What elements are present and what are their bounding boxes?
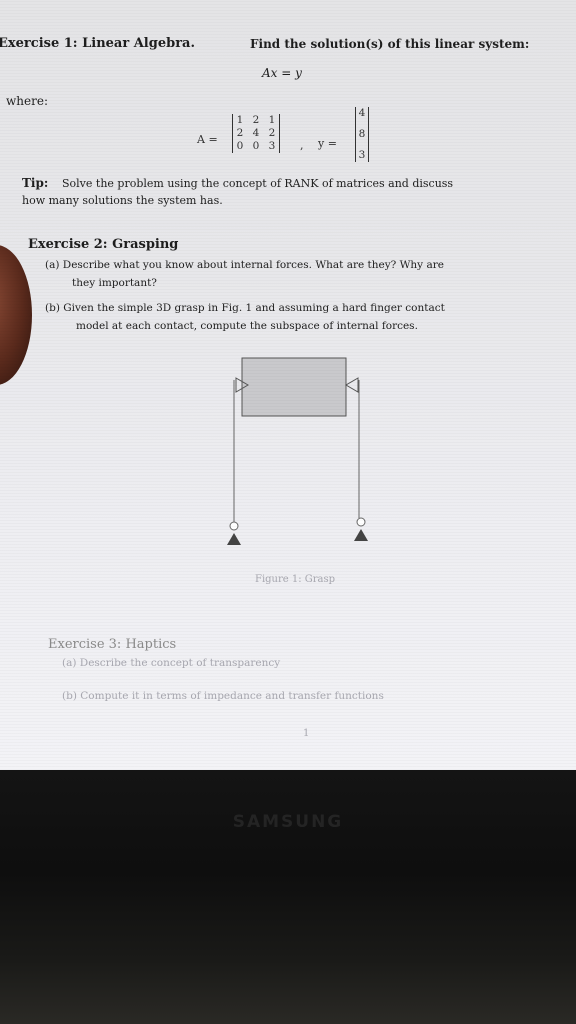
right-joint: [356, 517, 366, 527]
exercise-2a-line-2: they important?: [72, 277, 157, 289]
matrix-a-label: A =: [197, 133, 218, 146]
comma: ,: [300, 139, 304, 152]
vector-y-row: 8: [358, 128, 366, 141]
exercise-1-heading: Exercise 1: Linear Algebra.: [0, 36, 195, 51]
exercise-3a: (a) Describe the concept of transparency: [62, 657, 281, 669]
matrix-cell: 2: [252, 114, 260, 126]
matrix-a-row: 1 2 1: [236, 114, 276, 127]
matrix-cell: 2: [236, 127, 244, 139]
exercise-3-heading: Exercise 3: Haptics: [48, 637, 177, 652]
monitor-bezel: [0, 770, 576, 1024]
matrix-cell: 2: [268, 127, 276, 139]
matrix-cell: 1: [268, 114, 276, 126]
vector-y-row: 4: [358, 107, 366, 120]
where-label: where:: [6, 94, 48, 108]
right-base: [354, 529, 368, 541]
brand-logo: SAMSUNG: [232, 812, 344, 832]
exercise-2a-line-1: (a) Describe what you know about interna…: [45, 259, 444, 271]
tip-line-1: Solve the problem using the concept of R…: [62, 177, 454, 190]
figure-caption: Figure 1: Grasp: [255, 574, 336, 585]
grasped-object: [241, 357, 347, 417]
exercise-1-prompt: Find the solution(s) of this linear syst…: [250, 37, 530, 51]
page-number: 1: [303, 728, 310, 739]
vector-y: 4 8 3: [355, 107, 369, 162]
matrix-cell: 0: [236, 140, 244, 152]
vector-cell: 3: [358, 149, 366, 161]
matrix-cell: 3: [268, 140, 276, 152]
matrix-cell: 1: [236, 114, 244, 126]
tip-label: Tip:: [22, 176, 49, 190]
left-base: [227, 533, 241, 545]
tip-line-2: how many solutions the system has.: [22, 194, 223, 207]
matrix-a-row: 0 0 3: [236, 140, 276, 153]
vector-y-label: y =: [318, 137, 337, 150]
matrix-cell: 4: [252, 127, 260, 139]
exercise-2b-line-2: model at each contact, compute the subsp…: [76, 320, 418, 332]
matrix-a: 1 2 1 2 4 2 0 0 3: [232, 114, 280, 153]
left-joint: [229, 521, 239, 531]
equation: Ax = y: [262, 66, 302, 80]
grasp-figure: [220, 350, 380, 550]
exercise-2b-line-1: (b) Given the simple 3D grasp in Fig. 1 …: [45, 302, 445, 314]
exercise-2-heading: Exercise 2: Grasping: [28, 237, 179, 252]
right-contact-marker: [345, 377, 359, 393]
vector-y-row: 3: [358, 149, 366, 162]
finger-shadow: [0, 245, 32, 385]
monitor-screen: Exercise 1: Linear Algebra. Find the sol…: [0, 0, 576, 770]
vector-cell: 8: [358, 128, 366, 140]
matrix-cell: 0: [252, 140, 260, 152]
exercise-3b: (b) Compute it in terms of impedance and…: [62, 690, 384, 702]
matrix-a-row: 2 4 2: [236, 127, 276, 140]
vector-cell: 4: [358, 107, 366, 119]
